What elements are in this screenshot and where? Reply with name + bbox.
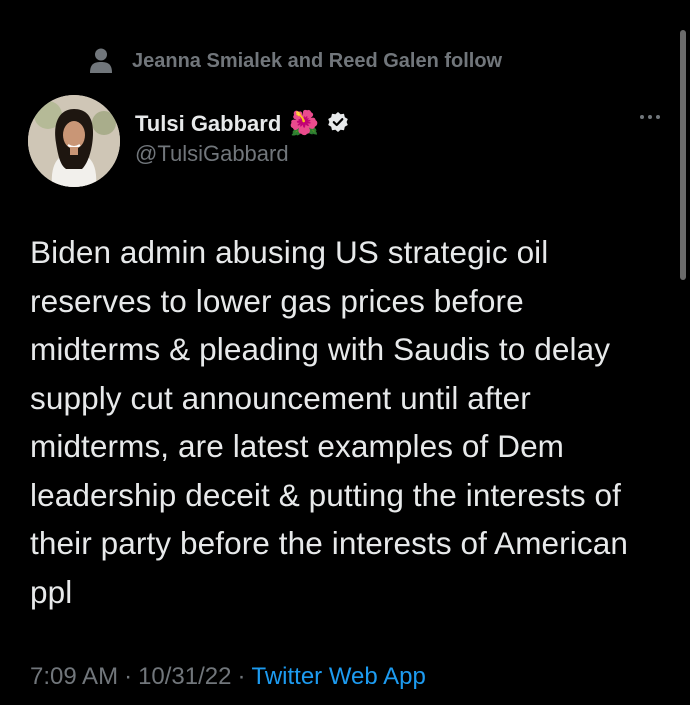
meta-separator: · [237,663,246,690]
tweet-author: Tulsi Gabbard 🌺 @TulsiGabbard [28,95,668,187]
tweet-meta: 7:09 AM · 10/31/22 · Twitter Web App [30,663,426,691]
more-options-icon[interactable] [640,115,660,119]
social-context[interactable]: Jeanna Smialek and Reed Galen follow [90,48,502,74]
social-context-text: Jeanna Smialek and Reed Galen follow [132,49,503,72]
verified-badge-icon [327,111,349,138]
tweet-source-link[interactable]: Twitter Web App [251,663,425,691]
tweet-text: Biden admin abusing US strategic oil res… [30,234,628,610]
person-icon [90,48,112,74]
display-name[interactable]: Tulsi Gabbard [135,111,281,137]
tweet-date[interactable]: 10/31/22 [138,663,231,691]
scrollbar[interactable] [680,30,686,280]
tweet-time[interactable]: 7:09 AM [30,663,118,691]
user-handle[interactable]: @TulsiGabbard [135,141,349,167]
hibiscus-emoji: 🌺 [289,110,320,137]
avatar[interactable] [28,95,120,187]
meta-separator: · [124,663,133,690]
